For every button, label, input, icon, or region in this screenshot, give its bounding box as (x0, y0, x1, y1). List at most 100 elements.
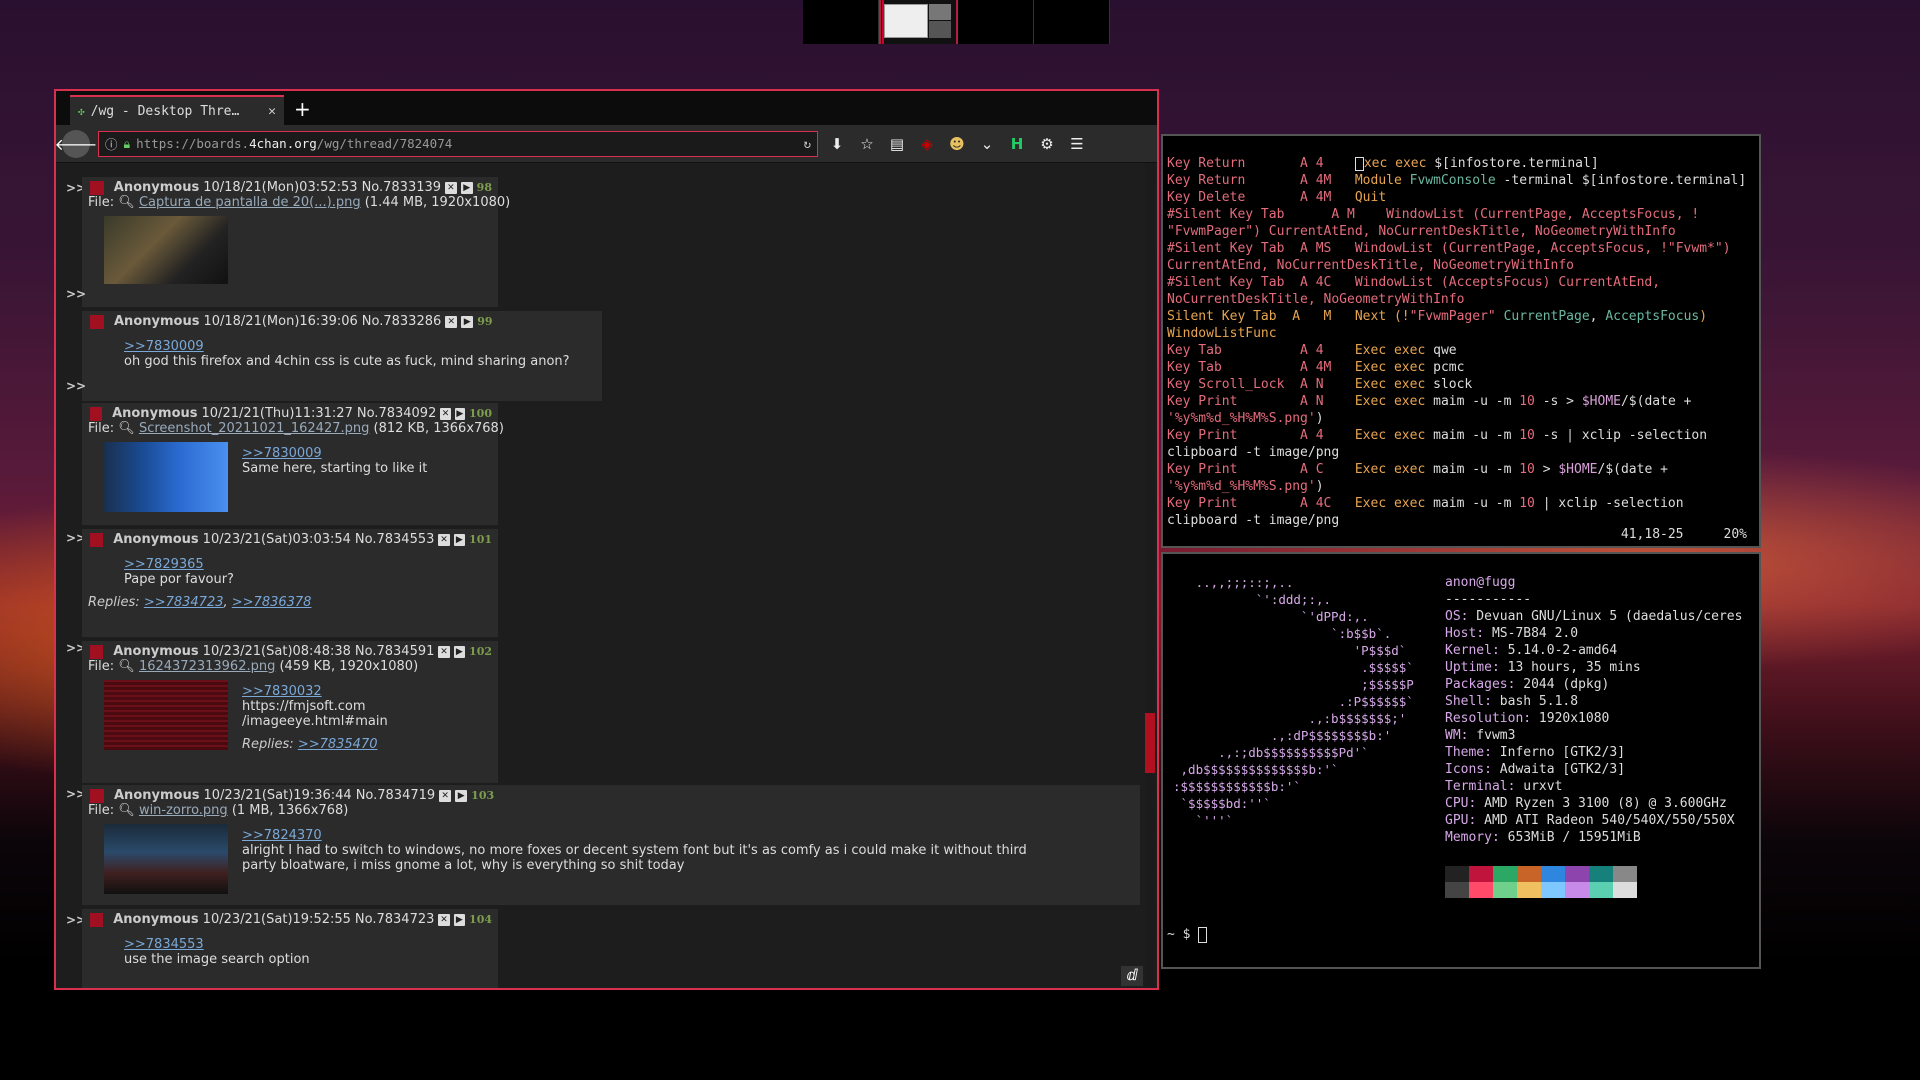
quote-link[interactable]: >>7830009 (124, 339, 570, 354)
quote-link[interactable]: >>7824370 (242, 828, 1042, 843)
post-replies: Replies: >>7834723, >>7836378 (88, 595, 312, 610)
post: Anonymous 10/18/21(Mon)03:52:53 No.7833139… (82, 177, 510, 307)
shell-prompt[interactable]: ~ $ (1167, 926, 1208, 943)
url-bar[interactable]: ⓘ 🔒︎ https://boards.4chan.org/wg/thread/… (98, 130, 818, 157)
post-thumbnail[interactable] (104, 216, 228, 284)
post-date: 10/21/21(Thu)11:31:27 (201, 406, 353, 421)
firefox-window: ✣ /wg - Desktop Thre… ✕ + 🡐 ⓘ 🔒︎ https:/… (54, 89, 1159, 990)
file-link[interactable]: win-zorro.png (139, 803, 228, 818)
post-menu-icon[interactable]: ▶ (455, 789, 468, 802)
extension-face-icon[interactable]: ☻ (946, 135, 968, 153)
chevron-down-icon[interactable]: ⌄ (976, 135, 998, 153)
quote-link[interactable]: >>7830032 (242, 684, 432, 699)
scrollbar[interactable] (1145, 163, 1155, 988)
search-image-icon[interactable]: 🔍︎ (118, 659, 135, 674)
pager-window-mini (884, 4, 928, 38)
quote-link[interactable]: >>7834553 (124, 937, 310, 952)
search-image-icon[interactable]: 🔍︎ (118, 195, 135, 210)
hide-post-icon[interactable]: ✕ (445, 181, 457, 194)
sysinfo-value: 653MiB / 15951MiB (1499, 830, 1641, 845)
palette-swatch (1445, 866, 1469, 882)
back-button[interactable]: 🡐 (55, 129, 97, 158)
sysinfo-value: bash 5.1.8 (1491, 694, 1579, 709)
palette-swatch (1589, 882, 1613, 898)
ublock-icon[interactable]: ◈ (916, 135, 938, 153)
post-number[interactable]: No.7834723 (355, 912, 434, 927)
bookmark-star-icon[interactable]: ☆ (856, 135, 878, 153)
post-text: https://fmjsoft.com /imageeye.html#main (242, 699, 388, 729)
post-menu-icon[interactable]: ▶ (461, 315, 474, 328)
pager-desk-4[interactable] (1034, 0, 1110, 44)
sysinfo-row: Host: MS-7B84 2.0 (1445, 625, 1742, 642)
fvwm-pager[interactable] (803, 0, 1110, 44)
devuan-logo-ascii: ..,,;;;::;,.. `':ddd;:,. `'dPPd:,. `:b$$… (1173, 575, 1414, 828)
post-menu-icon[interactable]: ▶ (453, 913, 466, 926)
pager-desk-1[interactable] (803, 0, 879, 44)
dark-reader-icon[interactable]: ⅆ (1121, 966, 1143, 986)
post-number[interactable]: No.7834553 (355, 532, 434, 547)
reply-link[interactable]: >>7835470 (298, 737, 378, 752)
reader-list-icon[interactable]: ▤ (886, 135, 908, 153)
post-thumbnail[interactable] (104, 824, 228, 894)
post-number[interactable]: No.7834092 (357, 406, 436, 421)
sysinfo-key: Icons: (1445, 762, 1492, 777)
post-thumbnail[interactable] (104, 680, 228, 750)
hide-post-icon[interactable]: ✕ (438, 645, 450, 658)
download-icon[interactable]: ⬇ (826, 135, 848, 153)
close-tab-icon[interactable]: ✕ (268, 104, 276, 119)
palette-swatch (1517, 866, 1541, 882)
hide-post-icon[interactable]: ✕ (438, 533, 450, 546)
post-menu-icon[interactable]: ▶ (453, 645, 466, 658)
file-link[interactable]: Captura de pantalla de 20(...).png (139, 195, 361, 210)
quote-link[interactable]: >>7830009 (242, 446, 427, 461)
palette-swatch (1613, 882, 1637, 898)
post-menu-icon[interactable]: ▶ (454, 407, 466, 420)
post: Anonymous 10/21/21(Thu)11:31:27 No.7834092… (82, 403, 504, 525)
sysinfo-key: Memory: (1445, 830, 1500, 845)
hide-post-icon[interactable]: ✕ (439, 789, 452, 802)
post-number[interactable]: No.7834591 (355, 644, 434, 659)
system-info: anon@fugg ----------- OS: Devuan GNU/Lin… (1445, 574, 1742, 846)
post-number[interactable]: No.7834719 (356, 788, 435, 803)
search-image-icon[interactable]: 🔍︎ (118, 421, 135, 436)
sysinfo-value: 5.14.0-2-amd64 (1499, 643, 1618, 658)
palette-swatch (1541, 866, 1565, 882)
tab-wg-thread[interactable]: ✣ /wg - Desktop Thre… ✕ (70, 95, 284, 125)
reload-icon[interactable]: ↻ (803, 136, 811, 151)
sysinfo-row: Icons: Adwaita [GTK2/3] (1445, 761, 1742, 778)
reply-index: 102 (469, 645, 493, 658)
hide-post-icon[interactable]: ✕ (445, 315, 458, 328)
reply-link[interactable]: >>7834723 (144, 595, 224, 610)
reply-link[interactable]: >>7836378 (232, 595, 312, 610)
neofetch-terminal[interactable]: ..,,;;;::;,.. `':ddd;:,. `'dPPd:,. `:b$$… (1161, 552, 1761, 969)
new-tab-button[interactable]: + (294, 97, 311, 121)
hide-post-icon[interactable]: ✕ (440, 407, 451, 420)
post: Anonymous 10/18/21(Mon)16:39:06 No.7833286… (82, 311, 602, 401)
file-link[interactable]: 1624372313962.png (139, 659, 275, 674)
scrollbar-thumb[interactable] (1145, 713, 1155, 773)
palette-swatch (1613, 866, 1637, 882)
post: Anonymous 10/23/21(Sat)19:52:55 No.7834723… (82, 909, 498, 988)
vim-terminal[interactable]: Key Return A 4 xec exec $[infostore.term… (1161, 134, 1761, 548)
quote-link[interactable]: >>7829365 (124, 557, 234, 572)
hamburger-menu-icon[interactable]: ☰ (1066, 135, 1088, 153)
extension-h-icon[interactable]: H (1006, 135, 1028, 153)
post-menu-icon[interactable]: ▶ (460, 181, 473, 194)
poster-name: Anonymous (114, 314, 200, 329)
sysinfo-row: Kernel: 5.14.0-2-amd64 (1445, 642, 1742, 659)
info-icon[interactable]: ⓘ (105, 134, 118, 153)
sysinfo-value: Inferno [GTK2/3] (1491, 745, 1626, 760)
post-number[interactable]: No.7833139 (362, 180, 441, 195)
search-image-icon[interactable]: 🔍︎ (118, 803, 135, 818)
reply-index: 101 (469, 533, 493, 546)
post-number[interactable]: No.7833286 (362, 314, 441, 329)
pager-desk-3[interactable] (958, 0, 1034, 44)
post-menu-icon[interactable]: ▶ (453, 533, 466, 546)
post-thumbnail[interactable] (104, 442, 228, 512)
sysinfo-key: Theme: (1445, 745, 1492, 760)
hide-post-icon[interactable]: ✕ (438, 913, 450, 926)
file-link[interactable]: Screenshot_20211021_162427.png (139, 421, 369, 436)
config-text: Key Return A 4 xec exec $[infostore.term… (1167, 156, 1747, 528)
gear-icon[interactable]: ⚙ (1036, 135, 1058, 153)
post: Anonymous 10/23/21(Sat)19:36:44 No.7834719… (82, 785, 1140, 905)
